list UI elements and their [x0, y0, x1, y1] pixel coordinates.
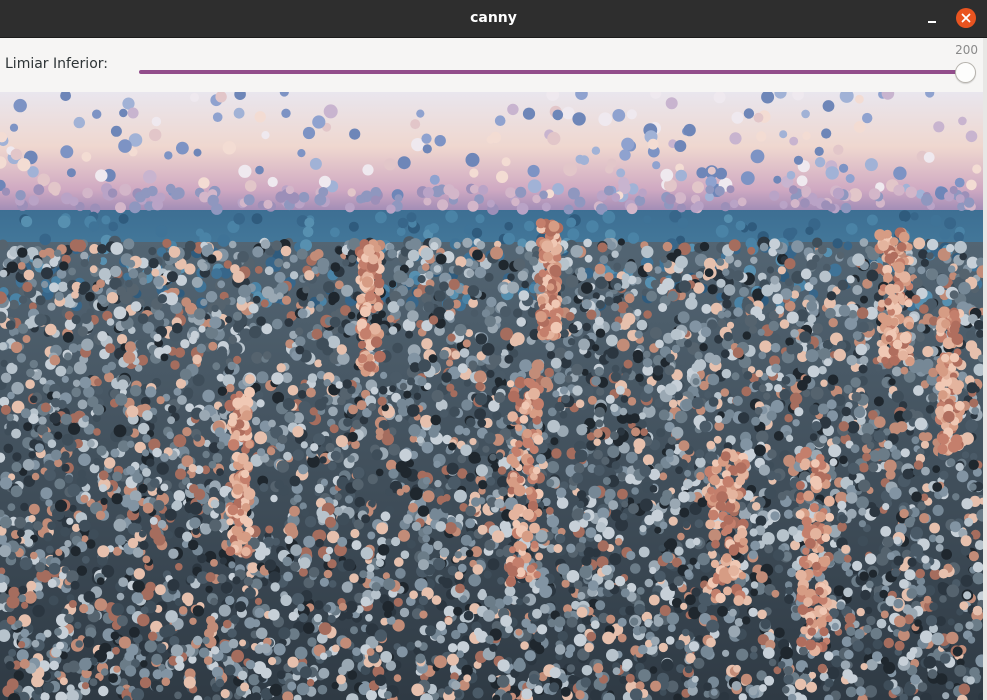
close-button[interactable]: [956, 8, 976, 28]
title-bar: canny: [0, 0, 987, 38]
minimize-icon: [928, 21, 936, 23]
close-icon: [961, 13, 971, 23]
trackbar-panel: Limiar Inferior: 200: [0, 38, 987, 92]
image-display: [0, 92, 983, 700]
trackbar-value: 200: [955, 43, 978, 57]
trackbar-track[interactable]: [139, 70, 967, 74]
app-window: canny Limiar Inferior: 200: [0, 0, 987, 700]
window-edge: [983, 38, 987, 700]
window-title: canny: [470, 10, 517, 26]
processed-image: [0, 92, 983, 700]
trackbar-thumb[interactable]: [955, 62, 976, 83]
minimize-button[interactable]: [922, 9, 942, 29]
trackbar-label: Limiar Inferior:: [5, 56, 108, 72]
